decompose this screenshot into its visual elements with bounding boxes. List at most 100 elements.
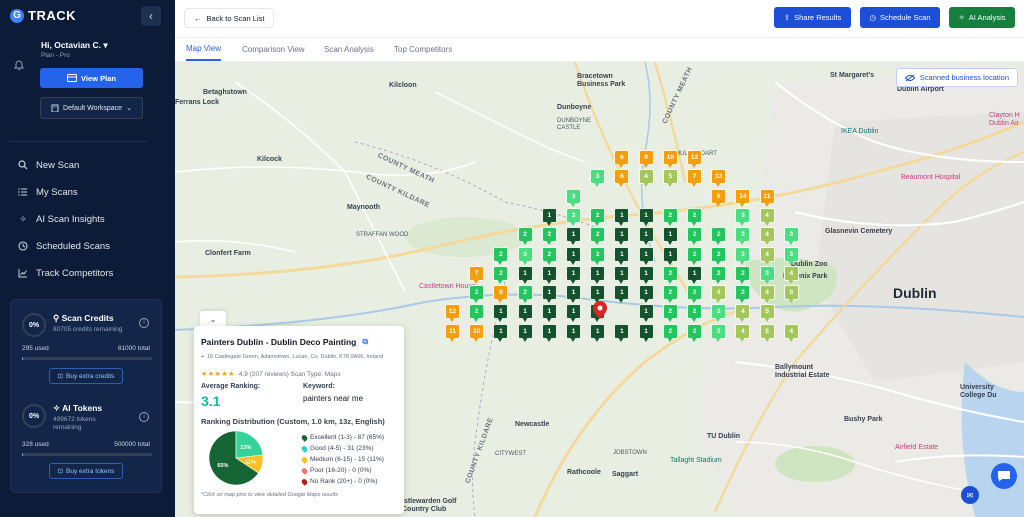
- share-results-button[interactable]: ⇪ Share Results: [774, 7, 851, 28]
- rank-pin[interactable]: 11: [445, 323, 460, 343]
- collapse-sidebar-button[interactable]: ‹: [141, 6, 161, 26]
- rank-pin[interactable]: 1: [638, 304, 654, 323]
- rank-pin[interactable]: 1: [541, 304, 557, 323]
- rank-pin[interactable]: 2: [517, 227, 533, 246]
- rank-pin[interactable]: 3: [590, 169, 606, 188]
- rank-pin[interactable]: 1: [590, 265, 606, 285]
- rank-pin[interactable]: 2: [735, 265, 751, 285]
- rank-pin[interactable]: 3: [783, 227, 799, 246]
- rank-pin[interactable]: 2: [711, 227, 727, 246]
- rank-pin[interactable]: 6: [711, 188, 727, 208]
- rank-pin[interactable]: 1: [541, 323, 557, 343]
- ai-analysis-button[interactable]: ✧ AI Analysis: [949, 7, 1015, 28]
- rank-pin[interactable]: 5: [783, 285, 799, 304]
- rank-pin[interactable]: 2: [590, 246, 606, 266]
- rank-pin[interactable]: 1: [590, 323, 606, 343]
- rank-pin[interactable]: 3: [759, 265, 775, 285]
- buy-extra-tokens-button[interactable]: ⊡ Buy extra tokens: [49, 463, 123, 479]
- rank-pin[interactable]: 4: [711, 285, 727, 304]
- workspace-select[interactable]: Default Workspace ⌄: [40, 97, 143, 119]
- rank-pin[interactable]: 2: [662, 265, 678, 285]
- rank-pin[interactable]: 1: [566, 265, 581, 285]
- rank-pin[interactable]: 2: [687, 227, 702, 246]
- rank-pin[interactable]: 1: [566, 285, 581, 304]
- rank-pin[interactable]: 2: [469, 285, 485, 304]
- rank-pin[interactable]: 4: [638, 169, 654, 188]
- rank-pin[interactable]: 9: [638, 150, 654, 169]
- rank-pin[interactable]: 1: [614, 227, 630, 246]
- rank-pin[interactable]: 11: [759, 188, 775, 208]
- rank-pin[interactable]: 1: [614, 285, 630, 304]
- rank-pin[interactable]: 5: [662, 169, 678, 188]
- rank-pin[interactable]: 1: [687, 265, 702, 285]
- rank-pin[interactable]: 3: [735, 246, 751, 266]
- rank-pin[interactable]: 5: [759, 323, 775, 343]
- rank-pin[interactable]: 1: [517, 323, 533, 343]
- rank-pin[interactable]: 10: [469, 323, 485, 343]
- info-icon[interactable]: i: [139, 318, 149, 328]
- logo[interactable]: G TRACK: [10, 8, 76, 23]
- rank-pin[interactable]: 3: [711, 323, 727, 343]
- rank-pin[interactable]: 3: [566, 188, 581, 208]
- scanned-location-toggle[interactable]: Scanned business location: [895, 68, 1018, 87]
- rank-pin[interactable]: 13: [711, 169, 727, 188]
- sidebar-item-track-competitors[interactable]: Track Competitors: [0, 260, 175, 287]
- rank-pin[interactable]: 4: [759, 207, 775, 227]
- rank-pin[interactable]: 1: [638, 227, 654, 246]
- sidebar-item-scheduled-scans[interactable]: Scheduled Scans: [0, 233, 175, 260]
- rank-pin[interactable]: 1: [566, 246, 581, 266]
- rank-pin[interactable]: 1: [638, 323, 654, 343]
- tab-map-view[interactable]: Map View: [186, 38, 221, 61]
- rank-pin[interactable]: 2: [662, 207, 678, 227]
- sidebar-item-ai-scan-insights[interactable]: ✧ AI Scan Insights: [0, 206, 175, 233]
- rank-pin[interactable]: 2: [711, 265, 727, 285]
- rank-pin[interactable]: 1: [662, 246, 678, 266]
- rank-pin[interactable]: 1: [638, 285, 654, 304]
- rank-pin[interactable]: 3: [566, 207, 581, 227]
- rank-pin[interactable]: 2: [687, 304, 702, 323]
- rank-pin[interactable]: 1: [566, 227, 581, 246]
- rank-pin[interactable]: 2: [687, 207, 702, 227]
- rank-pin[interactable]: 3: [735, 227, 751, 246]
- rank-pin[interactable]: 8: [493, 285, 509, 304]
- rank-pin[interactable]: 10: [662, 150, 678, 169]
- rank-pin[interactable]: 2: [662, 285, 678, 304]
- rank-pin[interactable]: 1: [614, 246, 630, 266]
- sidebar-item-new-scan[interactable]: New Scan: [0, 152, 175, 179]
- rank-pin[interactable]: 1: [493, 304, 509, 323]
- rank-pin[interactable]: 4: [783, 265, 799, 285]
- rank-pin[interactable]: 2: [469, 304, 485, 323]
- rank-pin[interactable]: 2: [517, 285, 533, 304]
- rank-pin[interactable]: 2: [590, 207, 606, 227]
- rank-pin[interactable]: 7: [469, 265, 485, 285]
- user-name[interactable]: Hi, Octavian C. ▾: [41, 40, 108, 51]
- support-chat-button[interactable]: [991, 463, 1017, 489]
- rank-pin[interactable]: 1: [541, 265, 557, 285]
- rank-pin[interactable]: 2: [687, 246, 702, 266]
- rank-pin[interactable]: 2: [687, 323, 702, 343]
- tab-scan-analysis[interactable]: Scan Analysis: [324, 38, 374, 61]
- rank-pin[interactable]: 2: [735, 285, 751, 304]
- rank-pin[interactable]: 2: [493, 246, 509, 266]
- rank-pin[interactable]: 1: [662, 227, 678, 246]
- rank-pin[interactable]: 7: [687, 169, 702, 188]
- rank-pin[interactable]: 1: [566, 304, 581, 323]
- rank-pin[interactable]: 2: [493, 265, 509, 285]
- rank-pin[interactable]: 6: [614, 169, 630, 188]
- rank-pin[interactable]: 2: [541, 246, 557, 266]
- rank-pin[interactable]: 1: [614, 265, 630, 285]
- rank-pin[interactable]: 1: [638, 265, 654, 285]
- rank-pin[interactable]: 1: [638, 246, 654, 266]
- rank-pin[interactable]: 1: [517, 265, 533, 285]
- tab-comparison-view[interactable]: Comparison View: [242, 38, 305, 61]
- schedule-scan-button[interactable]: ◷ Schedule Scan: [860, 7, 940, 28]
- rank-pin[interactable]: 14: [735, 188, 751, 208]
- rank-pin[interactable]: 3: [783, 246, 799, 266]
- rank-pin[interactable]: 2: [687, 285, 702, 304]
- rank-pin[interactable]: 3: [711, 304, 727, 323]
- rank-pin[interactable]: 4: [735, 304, 751, 323]
- chat-icon[interactable]: ✉: [961, 486, 979, 504]
- rank-pin[interactable]: 2: [541, 227, 557, 246]
- rank-pin[interactable]: 4: [783, 323, 799, 343]
- rank-pin[interactable]: 4: [735, 323, 751, 343]
